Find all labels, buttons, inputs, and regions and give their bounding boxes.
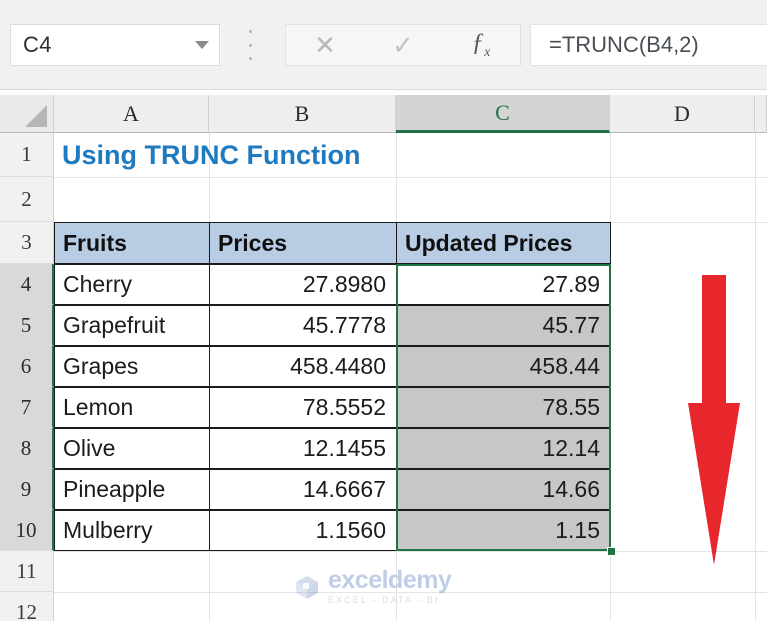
column-header-row: A B C D [0,95,767,133]
column-header-a[interactable]: A [54,95,209,133]
cell-a3-header-fruits[interactable]: Fruits [54,222,210,264]
row-header-5[interactable]: 5 [0,305,54,346]
cell-a6[interactable]: Grapes [54,346,210,387]
formula-input[interactable]: =TRUNC(B4,2) [530,24,767,66]
column-header-d[interactable]: D [610,95,755,133]
table-header-label: Updated Prices [405,229,573,256]
watermark-brand: exceldemy [328,566,452,594]
down-arrow-icon [688,275,740,565]
cancel-formula-button[interactable]: ✕ [295,25,355,65]
cell-c5[interactable]: 45.77 [396,305,611,346]
cell-c7[interactable]: 78.55 [396,387,611,428]
page-title: Using TRUNC Function [62,139,361,170]
row-header-11[interactable]: 11 [0,551,54,592]
row-header-6[interactable]: 6 [0,346,54,387]
cell-b9[interactable]: 14.6667 [209,469,397,510]
column-header-c-label: C [495,99,510,125]
row-header-7[interactable]: 7 [0,387,54,428]
name-box[interactable]: C4 [10,24,220,66]
close-x-icon: ✕ [314,30,336,60]
fx-icon: ƒx [471,29,491,60]
column-header-a-label: A [123,100,139,126]
cell-b7[interactable]: 78.5552 [209,387,397,428]
insert-function-button[interactable]: ƒx [451,25,511,65]
worksheet-grid[interactable]: Using TRUNC Function Fruits Prices Updat… [54,133,767,621]
cell-b5[interactable]: 45.7778 [209,305,397,346]
cell-b8[interactable]: 12.1455 [209,428,397,469]
fill-handle[interactable] [607,547,616,556]
cell-c3-header-updated-prices[interactable]: Updated Prices [396,222,611,264]
cell-c8[interactable]: 12.14 [396,428,611,469]
excel-worksheet-window: C4 ✕ ✓ ƒx =TRUNC(B4,2) A B C D 1 2 3 4 5… [0,0,767,621]
cube-logo-icon [296,575,318,599]
name-box-dropdown-icon[interactable] [185,41,219,49]
cell-a1-title[interactable]: Using TRUNC Function [54,133,360,177]
row-header-2[interactable]: 2 [0,177,54,222]
row-header-4[interactable]: 4 [0,264,54,305]
select-all-triangle-icon [25,105,47,127]
cell-a4[interactable]: Cherry [54,264,210,305]
column-header-c[interactable]: C [396,95,610,133]
name-box-value: C4 [23,32,52,57]
enter-formula-button[interactable]: ✓ [373,25,433,65]
cell-b6[interactable]: 458.4480 [209,346,397,387]
select-all-button[interactable] [0,95,54,133]
formula-bar-strip: C4 ✕ ✓ ƒx =TRUNC(B4,2) [0,0,767,90]
dot [248,57,252,60]
exceldemy-watermark: exceldemy EXCEL - DATA - BI [294,566,452,605]
column-header-b-label: B [294,100,310,126]
cell-a10[interactable]: Mulberry [54,510,210,551]
chevron-down-icon [195,41,209,49]
table-header-label: Prices [218,229,288,256]
check-icon: ✓ [392,30,414,60]
cell-b3-header-prices[interactable]: Prices [209,222,397,264]
cell-a9[interactable]: Pineapple [54,469,210,510]
cell-c10[interactable]: 1.15 [396,510,611,551]
watermark-tagline: EXCEL - DATA - BI [328,595,440,605]
row-header-10[interactable]: 10 [0,510,54,551]
column-header-d-label: D [674,100,690,126]
cell-a7[interactable]: Lemon [54,387,210,428]
table-header-label: Fruits [63,229,127,256]
cell-a5[interactable]: Grapefruit [54,305,210,346]
cell-c6[interactable]: 458.44 [396,346,611,387]
cell-b10[interactable]: 1.1560 [209,510,397,551]
row-header-1[interactable]: 1 [0,133,54,177]
formula-bar-drag-handle[interactable] [245,30,255,60]
column-header-e[interactable] [755,95,767,133]
row-header-12[interactable]: 12 [0,592,54,621]
column-header-b[interactable]: B [209,95,396,133]
cell-c4[interactable]: 27.89 [396,264,611,305]
cell-a8[interactable]: Olive [54,428,210,469]
formula-text: =TRUNC(B4,2) [549,32,699,57]
row-header-9[interactable]: 9 [0,469,54,510]
row-header-column: 1 2 3 4 5 6 7 8 9 10 11 12 [0,133,54,621]
gridline [54,551,767,552]
gridline [755,133,756,621]
dot [248,30,252,33]
cell-b4[interactable]: 27.8980 [209,264,397,305]
row-header-8[interactable]: 8 [0,428,54,469]
cell-c9[interactable]: 14.66 [396,469,611,510]
dot [248,43,252,47]
formula-bar-buttons: ✕ ✓ ƒx [285,24,521,66]
watermark-text: exceldemy EXCEL - DATA - BI [328,566,452,605]
gridline [54,177,767,178]
row-header-3[interactable]: 3 [0,222,54,264]
